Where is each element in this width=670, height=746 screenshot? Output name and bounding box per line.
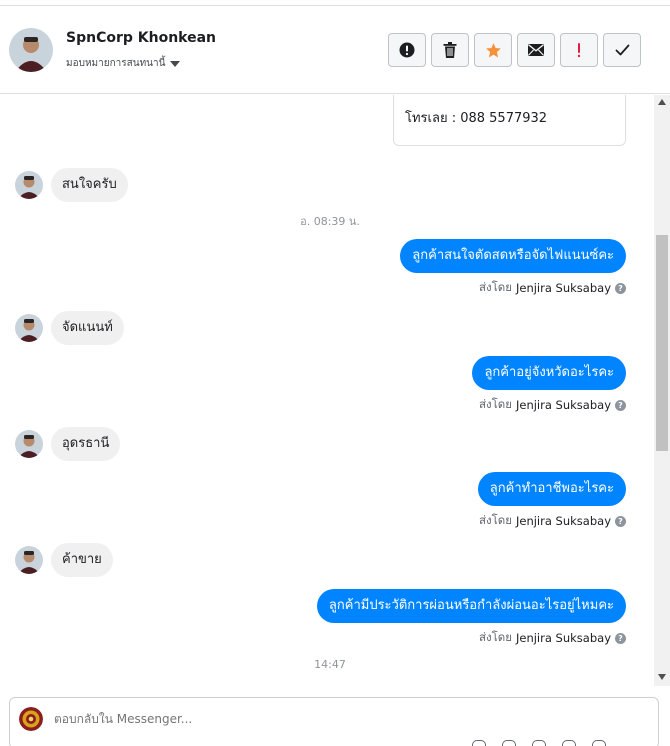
contact-avatar-small: [15, 430, 43, 458]
scroll-up-arrow-icon[interactable]: [658, 99, 666, 105]
saved-reply-icon[interactable]: [562, 740, 576, 746]
conversation-header: SpnCorp Khonkean มอบหมายการสนทนานี้: [0, 6, 670, 94]
trash-icon: [443, 42, 457, 58]
info-icon[interactable]: ?: [615, 632, 626, 644]
sent-by-line: ส่งโดย Jenjira Suksabay ?: [478, 512, 626, 530]
exclamation-circle-icon: [399, 42, 415, 58]
message-bubble[interactable]: ลูกค้าอยู่จังหวัดอะไรคะ: [472, 356, 626, 390]
sent-by-line: ส่งโดย Jenjira Suksabay ?: [400, 279, 626, 297]
exclamation-icon: [577, 43, 581, 58]
scrollbar-thumb[interactable]: [656, 235, 668, 451]
assign-label: มอบหมายการสนทนานี้: [66, 58, 166, 69]
message-bubble[interactable]: อุดรธานี: [51, 427, 121, 461]
contact-avatar-small: [15, 171, 43, 199]
outgoing-message: ลูกค้ามีประวัติการผ่อนหรือกำลังผ่อนอะไรอ…: [316, 589, 626, 647]
agent-name[interactable]: Jenjira Suksabay: [516, 281, 611, 295]
sent-by-prefix: ส่งโดย: [478, 513, 512, 527]
spam-button[interactable]: [388, 33, 426, 67]
assign-conversation-dropdown[interactable]: มอบหมายการสนทนานี้: [66, 56, 181, 71]
message-bubble[interactable]: จัดแนนท์: [51, 311, 124, 345]
follow-up-button[interactable]: [560, 33, 598, 67]
attachment-icon[interactable]: [502, 740, 516, 746]
template-card: โทรเลย : 088 5577932: [393, 95, 626, 146]
incoming-message: สนใจครับ: [15, 168, 128, 202]
gif-icon[interactable]: [592, 740, 606, 746]
message-bubble[interactable]: ลูกค้ามีประวัติการผ่อนหรือกำลังผ่อนอะไรอ…: [316, 589, 626, 623]
info-icon[interactable]: ?: [615, 515, 626, 527]
agent-name[interactable]: Jenjira Suksabay: [516, 514, 611, 528]
reply-input[interactable]: [54, 712, 554, 726]
sent-by-line: ส่งโดย Jenjira Suksabay ?: [472, 396, 626, 414]
incoming-message: อุดรธานี: [15, 427, 121, 461]
sent-by-prefix: ส่งโดย: [478, 280, 512, 294]
agent-name[interactable]: Jenjira Suksabay: [516, 631, 611, 645]
message-thread[interactable]: โทรเลย : 088 5577932 สนใจครับ อ. 08:39 น…: [0, 95, 654, 686]
contact-avatar-small: [15, 546, 43, 574]
star-icon: [485, 42, 501, 57]
message-bubble[interactable]: สนใจครับ: [51, 168, 128, 202]
info-icon[interactable]: ?: [615, 282, 626, 294]
incoming-message: ค้าขาย: [15, 543, 113, 577]
incoming-message: จัดแนนท์: [15, 311, 124, 345]
outgoing-message: ลูกค้าอยู่จังหวัดอะไรคะ ส่งโดย Jenjira S…: [472, 356, 626, 414]
thread-scrollbar[interactable]: [654, 95, 670, 686]
star-button[interactable]: [474, 33, 512, 67]
contact-name[interactable]: SpnCorp Khonkean: [66, 30, 216, 46]
reply-composer: [9, 697, 659, 746]
checkmark-icon: [615, 44, 629, 56]
contact-avatar[interactable]: [9, 28, 53, 72]
sent-by-line: ส่งโดย Jenjira Suksabay ?: [317, 629, 626, 647]
emoji-icon[interactable]: [472, 740, 486, 746]
message-bubble[interactable]: ลูกค้าสนใจตัดสดหรือจัดไฟแนนซ์คะ: [400, 239, 626, 273]
message-bubble[interactable]: ลูกค้าทำอาชีพอะไรคะ: [477, 472, 626, 506]
sent-by-prefix: ส่งโดย: [478, 397, 512, 411]
conversation-actions: [388, 33, 641, 67]
mark-unread-button[interactable]: [517, 33, 555, 67]
scroll-down-arrow-icon[interactable]: [658, 674, 666, 680]
page-avatar: [19, 707, 43, 731]
envelope-icon: [528, 44, 544, 56]
message-bubble[interactable]: ค้าขาย: [51, 543, 113, 577]
caret-down-icon: [170, 61, 181, 67]
sent-by-prefix: ส่งโดย: [478, 630, 512, 644]
delete-button[interactable]: [431, 33, 469, 67]
composer-tools: [472, 740, 606, 746]
outgoing-message: ลูกค้าทำอาชีพอะไรคะ ส่งโดย Jenjira Suksa…: [477, 472, 626, 530]
call-now-text: โทรเลย : 088 5577932: [405, 111, 548, 126]
info-icon[interactable]: ?: [615, 399, 626, 411]
mark-done-button[interactable]: [603, 33, 641, 67]
agent-name[interactable]: Jenjira Suksabay: [516, 398, 611, 412]
outgoing-message: ลูกค้าสนใจตัดสดหรือจัดไฟแนนซ์คะ ส่งโดย J…: [400, 239, 626, 297]
contact-avatar-small: [15, 314, 43, 342]
timestamp: อ. 08:39 น.: [300, 215, 360, 228]
timestamp: 14:47: [314, 658, 346, 671]
image-icon[interactable]: [532, 740, 546, 746]
